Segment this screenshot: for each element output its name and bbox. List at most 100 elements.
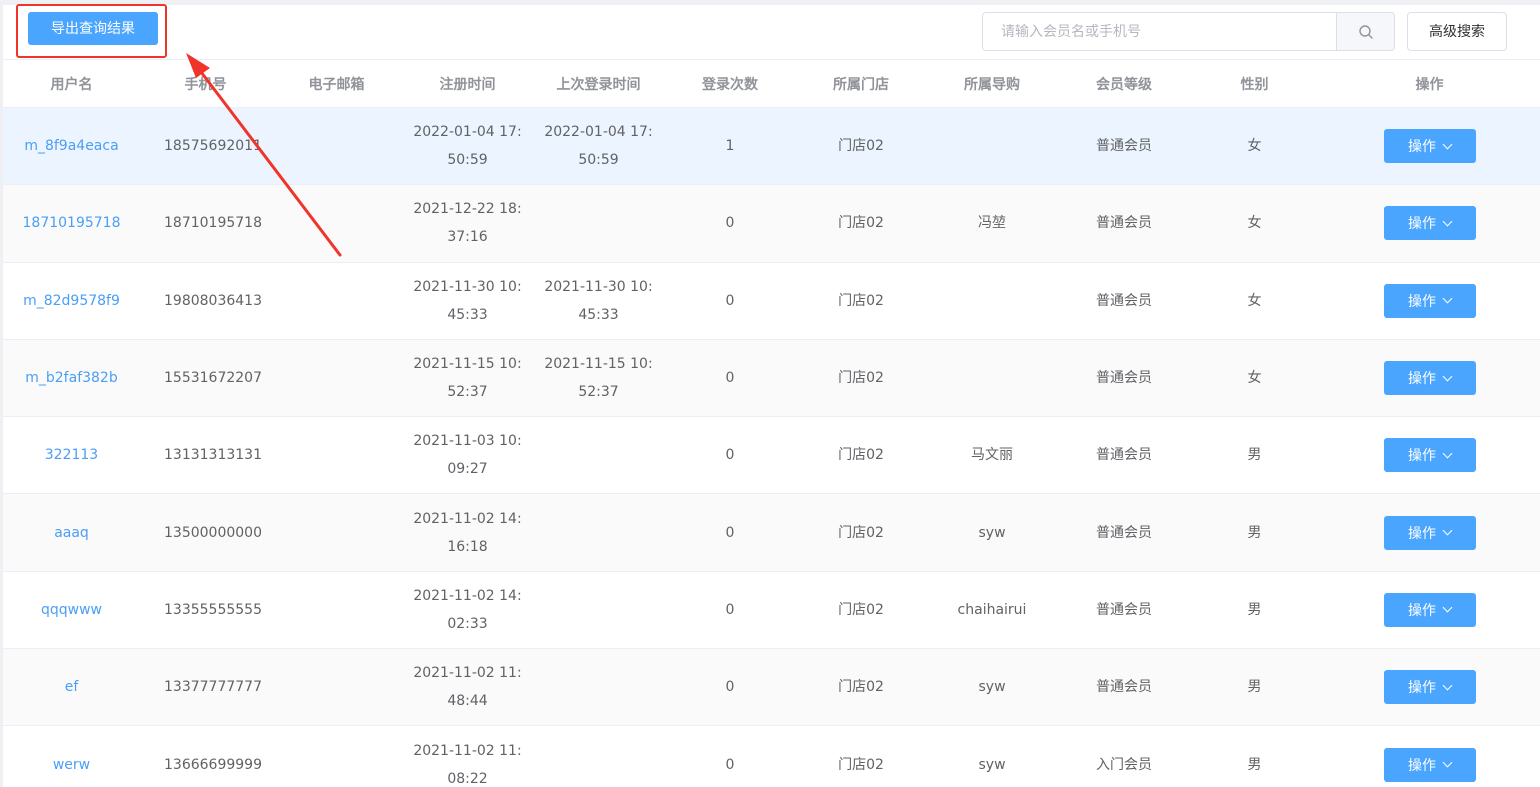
cell-username: 322113	[3, 417, 140, 493]
cell-register-time-line: 02:33	[447, 615, 488, 632]
cell-guide-text: syw	[978, 524, 1006, 541]
row-action-dropdown-button[interactable]: 操作	[1383, 592, 1476, 627]
row-action-dropdown-button[interactable]: 操作	[1383, 747, 1476, 782]
cell-level-text: 普通会员	[1096, 215, 1152, 232]
cell-store: 门店02	[796, 417, 926, 493]
member-list-page: 导出查询结果 高级搜索 用户名 手机号 电子邮箱 注册时间 上次登录时间 登录次…	[0, 0, 1540, 787]
table-row[interactable]: 18710195718 18710195718 2021-12-22 18: 37:1…	[3, 185, 1540, 263]
table-row[interactable]: werw 13666699999 2021-11-02 11: 08:22 0 门店02 s…	[3, 726, 1540, 787]
cell-username-text[interactable]: 18710195718	[23, 209, 121, 237]
cell-gender-text: 男	[1247, 447, 1262, 464]
header-store[interactable]: 所属门店	[796, 60, 926, 107]
cell-actions: 操作	[1319, 726, 1540, 787]
table-row[interactable]: 322113 13131313131 2021-11-03 10: 09:27 0 门店0…	[3, 417, 1540, 495]
cell-phone: 13355555555	[140, 572, 271, 648]
export-results-button[interactable]: 导出查询结果	[28, 12, 158, 45]
cell-gender-text: 男	[1247, 679, 1262, 696]
header-username[interactable]: 用户名	[3, 60, 140, 107]
cell-username: qqqwww	[3, 572, 140, 648]
header-level[interactable]: 会员等级	[1058, 60, 1190, 107]
cell-username-text[interactable]: m_8f9a4eaca	[24, 132, 118, 160]
cell-guide: 冯堃	[926, 185, 1058, 261]
cell-guide: syw	[926, 494, 1058, 570]
cell-store-text: 门店02	[838, 138, 884, 155]
header-email[interactable]: 电子邮箱	[271, 60, 402, 107]
cell-register-time-line: 2021-11-03 10:	[413, 433, 522, 450]
advanced-search-button[interactable]: 高级搜索	[1407, 12, 1507, 51]
cell-login-count-text: 0	[725, 215, 735, 232]
cell-register-time-line: 45:33	[447, 306, 488, 323]
table-row[interactable]: ef 13377777777 2021-11-02 11: 48:44 0 门店02 syw…	[3, 649, 1540, 727]
cell-username-text[interactable]: werw	[53, 751, 90, 779]
table-row[interactable]: qqqwww 13355555555 2021-11-02 14: 02:33 0 门店0…	[3, 572, 1540, 650]
cell-login-count-text: 0	[725, 679, 735, 696]
search-input[interactable]	[983, 13, 1336, 50]
header-phone[interactable]: 手机号	[140, 60, 271, 107]
cell-store-text: 门店02	[838, 292, 884, 309]
cell-username-text[interactable]: aaaq	[54, 519, 89, 547]
header-guide[interactable]: 所属导购	[926, 60, 1058, 107]
cell-login-count-text: 0	[725, 370, 735, 387]
table-row[interactable]: m_82d9578f9 19808036413 2021-11-30 10: 45:3…	[3, 263, 1540, 340]
chevron-down-icon	[1442, 525, 1453, 536]
cell-login-count: 0	[664, 572, 796, 648]
header-login-count[interactable]: 登录次数	[664, 60, 796, 107]
cell-level-text: 普通会员	[1096, 138, 1152, 155]
chevron-down-icon	[1442, 371, 1453, 381]
cell-actions: 操作	[1319, 340, 1540, 416]
header-register-time[interactable]: 注册时间	[402, 60, 533, 107]
table-body: m_8f9a4eaca 18575692011 2022-01-04 17: 50:5…	[3, 108, 1540, 787]
cell-gender-text: 女	[1247, 215, 1262, 232]
cell-email	[271, 185, 402, 261]
cell-email	[271, 572, 402, 648]
table-row[interactable]: aaaq 13500000000 2021-11-02 14: 16:18 0 门店02 s…	[3, 494, 1540, 572]
cell-username-text[interactable]: m_82d9578f9	[23, 287, 120, 315]
cell-register-time-line: 08:22	[447, 770, 488, 787]
cell-phone-text: 13377777777	[164, 679, 262, 696]
row-action-dropdown-button[interactable]: 操作	[1383, 670, 1476, 705]
cell-register-time: 2021-12-22 18: 37:16	[402, 185, 533, 261]
cell-last-login-text: 2021-11-15 10: 52:37	[544, 350, 652, 406]
cell-register-time-line: 52:37	[447, 384, 488, 401]
cell-guide: chaihairui	[926, 572, 1058, 648]
table-row[interactable]: m_b2faf382b 15531672207 2021-11-15 10: 52:3…	[3, 339, 1540, 418]
row-action-dropdown-button[interactable]: 操作	[1383, 129, 1476, 164]
cell-email	[271, 108, 402, 184]
cell-gender-text: 男	[1247, 601, 1262, 618]
cell-username-text[interactable]: 322113	[45, 441, 98, 469]
cell-register-time-text: 2021-11-15 10: 52:37	[413, 350, 521, 406]
cell-email	[271, 417, 402, 493]
table-header: 用户名 手机号 电子邮箱 注册时间 上次登录时间 登录次数 所属门店 所属导购 …	[3, 59, 1540, 108]
cell-username-text[interactable]: ef	[65, 673, 79, 701]
chevron-down-icon	[1442, 216, 1453, 227]
cell-register-time: 2021-11-02 11: 08:22	[402, 726, 533, 787]
row-action-dropdown-button[interactable]: 操作	[1383, 283, 1476, 318]
cell-level-text: 入门会员	[1096, 756, 1152, 773]
cell-guide-text: 马文丽	[971, 447, 1013, 464]
cell-last-login-line: 52:37	[578, 384, 619, 401]
row-action-dropdown-button[interactable]: 操作	[1383, 515, 1476, 550]
cell-last-login	[533, 572, 664, 648]
cell-gender: 女	[1190, 340, 1319, 416]
row-action-label: 操作	[1408, 602, 1436, 619]
row-action-dropdown-button[interactable]: 操作	[1383, 206, 1476, 241]
cell-register-time-line: 2021-11-02 14:	[413, 510, 522, 527]
header-gender[interactable]: 性别	[1190, 60, 1319, 107]
cell-login-count-text: 0	[725, 292, 735, 309]
cell-username-text[interactable]: m_b2faf382b	[25, 364, 117, 392]
cell-register-time-text: 2021-12-22 18: 37:16	[413, 195, 521, 251]
search-button[interactable]	[1336, 13, 1394, 50]
cell-register-time: 2022-01-04 17: 50:59	[402, 108, 533, 184]
cell-store-text: 门店02	[838, 370, 884, 387]
header-last-login[interactable]: 上次登录时间	[533, 60, 664, 107]
cell-login-count-text: 0	[725, 756, 735, 773]
cell-username-text[interactable]: qqqwww	[41, 596, 102, 624]
cell-register-time-text: 2021-11-02 11: 08:22	[413, 737, 521, 787]
top-edge	[0, 0, 1540, 5]
table-row[interactable]: m_8f9a4eaca 18575692011 2022-01-04 17: 50:5…	[3, 108, 1540, 186]
cell-phone: 13500000000	[140, 494, 271, 570]
cell-guide	[926, 263, 1058, 339]
cell-level-text: 普通会员	[1096, 447, 1152, 464]
row-action-dropdown-button[interactable]: 操作	[1383, 361, 1476, 396]
row-action-dropdown-button[interactable]: 操作	[1383, 438, 1476, 473]
